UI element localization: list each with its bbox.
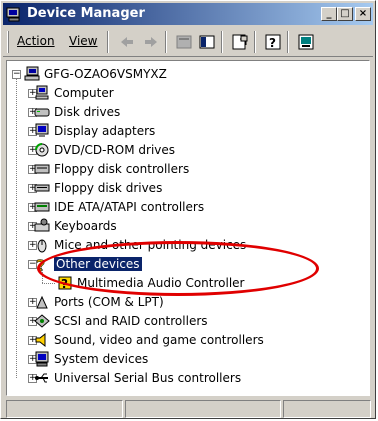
toolbar-separator [165, 31, 167, 53]
root-text: GFG-OZAO6VSMYXZ [44, 67, 167, 81]
title-bar[interactable]: Device Manager _ □ × [3, 3, 373, 25]
highlight-ellipse [37, 241, 319, 296]
device-manager-window: Device Manager _ □ × Action View ? − GFG… [0, 0, 376, 419]
cdrom-icon [35, 143, 49, 157]
help-icon[interactable]: ? [264, 33, 282, 51]
tree-item-label: Floppy disk drives [54, 181, 163, 195]
tree-item-label: Sound, video and game controllers [54, 333, 264, 347]
computer-root-icon [24, 66, 40, 81]
tree-item-label: IDE ATA/ATAPI controllers [54, 200, 205, 214]
toolbar-separator [254, 31, 256, 53]
close-button[interactable]: × [355, 7, 371, 21]
tree-item-label: Ports (COM & LPT) [54, 295, 164, 309]
tree-item-label: SCSI and RAID controllers [54, 314, 208, 328]
mouse-icon [37, 239, 47, 253]
minimize-button[interactable]: _ [321, 7, 337, 21]
tree-item[interactable]: Disk drives [54, 103, 120, 122]
scsi-icon [34, 314, 50, 328]
status-pane [125, 400, 281, 418]
tree-item[interactable]: SCSI and RAID controllers [54, 312, 208, 331]
maximize-button[interactable]: □ [337, 7, 353, 21]
tree-item[interactable]: Floppy disk drives [54, 179, 162, 198]
tree-item-label: System devices [54, 352, 149, 366]
svg-text:?: ? [269, 36, 276, 50]
toolbar-grip [7, 31, 9, 53]
tree-connector [42, 283, 55, 284]
window-title: Device Manager [27, 6, 145, 21]
tree-item-label: Floppy disk controllers [54, 162, 190, 176]
usb-icon [35, 373, 48, 383]
floppy-controller-icon [34, 164, 50, 174]
back-icon[interactable] [118, 33, 136, 51]
tree-item[interactable]: Computer [54, 84, 114, 103]
floppy-drive-icon [34, 184, 50, 192]
ide-icon [34, 202, 50, 212]
tree-item[interactable]: System devices [54, 350, 148, 369]
status-pane [283, 400, 371, 418]
tree-item[interactable]: DVD/CD-ROM drives [54, 141, 175, 160]
toolbar-separator [287, 31, 289, 53]
scan-icon[interactable] [231, 33, 249, 51]
tree-item[interactable]: IDE ATA/ATAPI controllers [54, 198, 204, 217]
tree-item-label: Universal Serial Bus controllers [54, 371, 242, 385]
tree-item-label: Computer [54, 86, 114, 100]
menu-view[interactable]: View [69, 34, 97, 48]
tree-item-label: DVD/CD-ROM drives [54, 143, 176, 157]
tree-root-label[interactable]: GFG-OZAO6VSMYXZ [44, 65, 167, 84]
forward-icon[interactable] [142, 33, 160, 51]
toolbar-separator [107, 31, 109, 53]
monitor-icon[interactable] [297, 33, 315, 51]
status-bar [3, 400, 373, 418]
menu-view-label: View [69, 34, 98, 48]
status-pane [6, 400, 123, 418]
tree-item[interactable]: Keyboards [54, 217, 117, 236]
tree-item[interactable]: Universal Serial Bus controllers [54, 369, 241, 388]
display-icon [35, 123, 49, 137]
tree-item[interactable]: Ports (COM & LPT) [54, 293, 164, 312]
tree-item[interactable]: Floppy disk controllers [54, 160, 189, 179]
collapse-toggle[interactable]: − [12, 70, 21, 79]
port-icon [36, 295, 48, 309]
tree-item-label: Keyboards [54, 219, 117, 233]
menu-action-label: Action [17, 34, 55, 48]
tree-item-label: Display adapters [54, 124, 156, 138]
tree-connector [16, 79, 17, 378]
toolbar: Action View ? [3, 28, 373, 57]
toolbar-separator [221, 31, 223, 53]
keyboard-icon [34, 218, 50, 232]
computer-icon [35, 85, 49, 100]
device-manager-icon [6, 7, 20, 22]
system-icon [35, 351, 49, 367]
device-tree[interactable]: − GFG-OZAO6VSMYXZ + Computer + Disk drives +… [6, 60, 370, 396]
properties-icon[interactable] [198, 33, 216, 51]
disk-icon [34, 108, 50, 117]
tree-item[interactable]: Sound, video and game controllers [54, 331, 264, 350]
sound-icon [35, 332, 46, 348]
tree-item[interactable]: Display adapters [54, 122, 155, 141]
menu-action[interactable]: Action [17, 34, 55, 48]
tree-item-label: Disk drives [54, 105, 121, 119]
up-icon[interactable] [175, 33, 193, 51]
